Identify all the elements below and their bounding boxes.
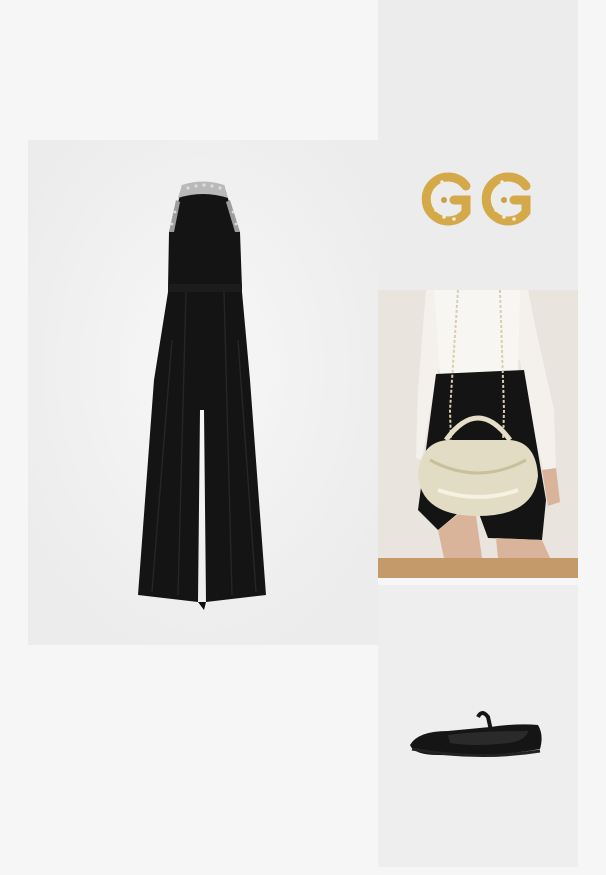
ballet-flats-product-tile[interactable] [378,585,578,867]
shoulder-bag-image [378,290,578,578]
jumpsuit-product-tile[interactable] [28,140,378,645]
earrings-image [378,0,578,290]
shoulder-bag-product-tile[interactable] [378,290,578,578]
jumpsuit-image [28,140,378,645]
earrings-product-tile[interactable] [378,0,578,290]
ballet-flats-image [378,585,578,867]
